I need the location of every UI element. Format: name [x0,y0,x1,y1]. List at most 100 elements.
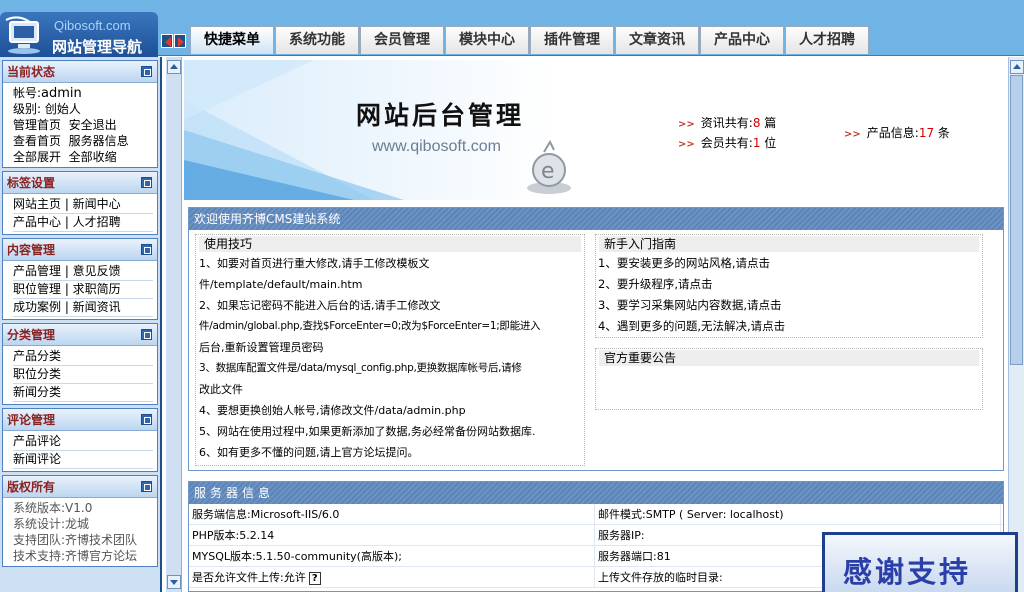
server-software-cell: 服务端信息:Microsoft-IIS/6.0 [189,504,595,524]
status-links-row: 管理首页 安全退出 [13,117,153,133]
level-label: 级别: [13,102,42,116]
main-tabs: 快捷菜单 系统功能 会员管理 模块中心 插件管理 文章资讯 产品中心 人才招聘 [190,26,870,54]
stat-label: 产品信息: [866,126,919,140]
level-value: 创始人 [44,102,81,116]
tab-articles[interactable]: 文章资讯 [615,26,699,54]
tab-system-functions[interactable]: 系统功能 [275,26,359,54]
tip-line: 2、如果忘记密码不能进入后台的话,请手工修改文 [199,299,441,312]
sidebar-link-row[interactable]: 产品分类 [13,348,153,366]
server-info-link[interactable]: 服务器信息 [69,134,129,148]
computer-logo-icon [5,16,40,54]
copyright-line: 系统版本:V1.0 [13,501,93,515]
scroll-tabs-left-button[interactable] [161,34,173,48]
logout-link[interactable]: 安全退出 [69,118,117,132]
collapse-icon[interactable] [141,244,152,255]
official-notice-box: 官方重要公告 [595,348,983,410]
sidebar-link-row[interactable]: 网站主页 | 新闻中心 [13,196,153,214]
stat-value: 8 [752,116,761,130]
scroll-up-button[interactable] [167,60,181,74]
members-stat: >> 会员共有:1 位 [678,134,776,151]
arrow-up-icon [170,64,178,69]
tab-quick-menu[interactable]: 快捷菜单 [190,26,274,54]
tab-product-center[interactable]: 产品中心 [700,26,784,54]
account-label: 帐号: [13,86,42,100]
sidebar-section-title[interactable]: 当前状态 [3,61,157,83]
scroll-up-button[interactable] [1010,60,1024,74]
content-scrollbar[interactable] [1008,57,1024,592]
tip-line: 1、如要对首页进行重大修改,请手工修改模板文 [199,257,430,270]
sidebar-section-copyright: 版权所有 系统版本:V1.0 系统设计:龙城 支持团队:齐博技术团队 技术支持:… [2,475,158,567]
stat-unit: 条 [937,126,950,140]
stat-unit: 位 [764,136,777,150]
tags-body: 网站主页 | 新闻中心 产品中心 | 人才招聘 [3,194,157,234]
content-body: 产品管理 | 意见反馈 职位管理 | 求职简历 成功案例 | 新闻资讯 [3,261,157,319]
guide-link[interactable]: 2、要升级程序,请点击 [596,274,982,295]
logo-domain: Qibosoft.com [54,18,131,33]
sidebar-link-row[interactable]: 新闻分类 [13,384,153,402]
server-info-title: 服务器信息 [189,482,1003,504]
sidebar-section-title[interactable]: 内容管理 [3,239,157,261]
sidebar-link-row[interactable]: 产品管理 | 意见反馈 [13,263,153,281]
sidebar-title-text: 当前状态 [7,65,56,79]
guide-link[interactable]: 3、要学习采集网站内容数据,请点击 [596,295,982,316]
sidebar-link-row[interactable]: 成功案例 | 新闻资讯 [13,299,153,317]
tab-member-management[interactable]: 会员管理 [360,26,444,54]
sidebar-link-row[interactable]: 新闻评论 [13,451,153,469]
mail-mode-cell: 邮件模式:SMTP ( Server: localhost) [595,504,1001,524]
double-arrow-icon: >> [844,129,861,140]
mysql-version-cell: MYSQL版本:5.1.50-community(高版本); [189,546,595,566]
status-body: 帐号:admin 级别: 创始人 管理首页 安全退出 查看首页 服务器信息 全部… [3,83,157,167]
sidebar-title-text: 内容管理 [7,243,56,257]
tip-line: 6、如有更多不懂的问题,请上官方论坛提问。 [199,446,419,459]
sidebar-section-content: 内容管理 产品管理 | 意见反馈 职位管理 | 求职简历 成功案例 | 新闻资讯 [2,238,158,320]
scrollbar-thumb[interactable] [1010,75,1023,365]
tab-module-center[interactable]: 模块中心 [445,26,529,54]
sidebar-section-title[interactable]: 版权所有 [3,476,157,498]
guide-link[interactable]: 1、要安装更多的网站风格,请点击 [596,253,982,274]
help-icon[interactable]: ? [308,571,321,585]
upload-allowed-cell: 是否允许文件上传:允许? [189,567,595,587]
collapse-icon[interactable] [141,177,152,188]
collapse-icon[interactable] [141,414,152,425]
banner: 网站后台管理 www.qibosoft.com e >> 资讯共有:8 篇 >> 会… [184,60,1004,200]
scroll-down-button[interactable] [167,575,181,589]
collapse-all-link[interactable]: 全部收缩 [69,150,117,164]
sidebar-link-row[interactable]: 产品中心 | 人才招聘 [13,214,153,232]
tab-scroll-arrows [161,34,187,51]
scroll-tabs-right-button[interactable] [174,34,186,48]
beginner-guide-box: 新手入门指南 1、要安装更多的网站风格,请点击 2、要升级程序,请点击 3、要学… [595,234,983,338]
banner-title: 网站后台管理 [356,101,525,130]
table-row: 服务端信息:Microsoft-IIS/6.0 邮件模式:SMTP ( Serv… [189,504,1003,525]
guide-link[interactable]: 4、遇到更多的问题,无法解决,请点击 [596,316,982,337]
arrow-up-icon [1013,64,1021,69]
stat-value: 1 [752,136,761,150]
svg-text:e: e [541,159,555,184]
logo: Qibosoft.com 网站管理导航 [0,12,158,58]
collapse-icon[interactable] [141,66,152,77]
expand-all-link[interactable]: 全部展开 [13,150,61,164]
copyright-body: 系统版本:V1.0 系统设计:龙城 支持团队:齐博技术团队 技术支持:齐博官方论… [3,498,157,566]
sidebar-section-title[interactable]: 分类管理 [3,324,157,346]
tab-recruitment[interactable]: 人才招聘 [785,26,869,54]
sidebar-link-row[interactable]: 职位管理 | 求职简历 [13,281,153,299]
tip-line: 3、数据库配置文件是/data/mysql_config.php,更换数据库帐号… [199,362,522,374]
thanks-support-box: 感谢支持 [822,532,1018,592]
category-body: 产品分类 职位分类 新闻分类 [3,346,157,404]
stat-value: 17 [918,126,935,140]
sidebar-section-title[interactable]: 评论管理 [3,409,157,431]
top-bar: Qibosoft.com 网站管理导航 快捷菜单 系统功能 会员管理 模块中心 … [0,0,1024,58]
sidebar-link-row[interactable]: 产品评论 [13,433,153,451]
sidebar-scrollbar[interactable] [166,57,182,592]
sidebar-title-text: 版权所有 [7,480,56,494]
tab-plugin-management[interactable]: 插件管理 [530,26,614,54]
sidebar-section-title[interactable]: 标签设置 [3,172,157,194]
sidebar-link-row[interactable]: 职位分类 [13,366,153,384]
stat-label: 会员共有: [700,136,753,150]
sidebar-section-category: 分类管理 产品分类 职位分类 新闻分类 [2,323,158,405]
view-home-link[interactable]: 查看首页 [13,134,61,148]
comments-body: 产品评论 新闻评论 [3,431,157,471]
collapse-icon[interactable] [141,481,152,492]
tip-line: 5、网站在使用过程中,如果更新添加了数据,务必经常备份网站数据库. [199,425,536,438]
collapse-icon[interactable] [141,329,152,340]
admin-home-link[interactable]: 管理首页 [13,118,61,132]
